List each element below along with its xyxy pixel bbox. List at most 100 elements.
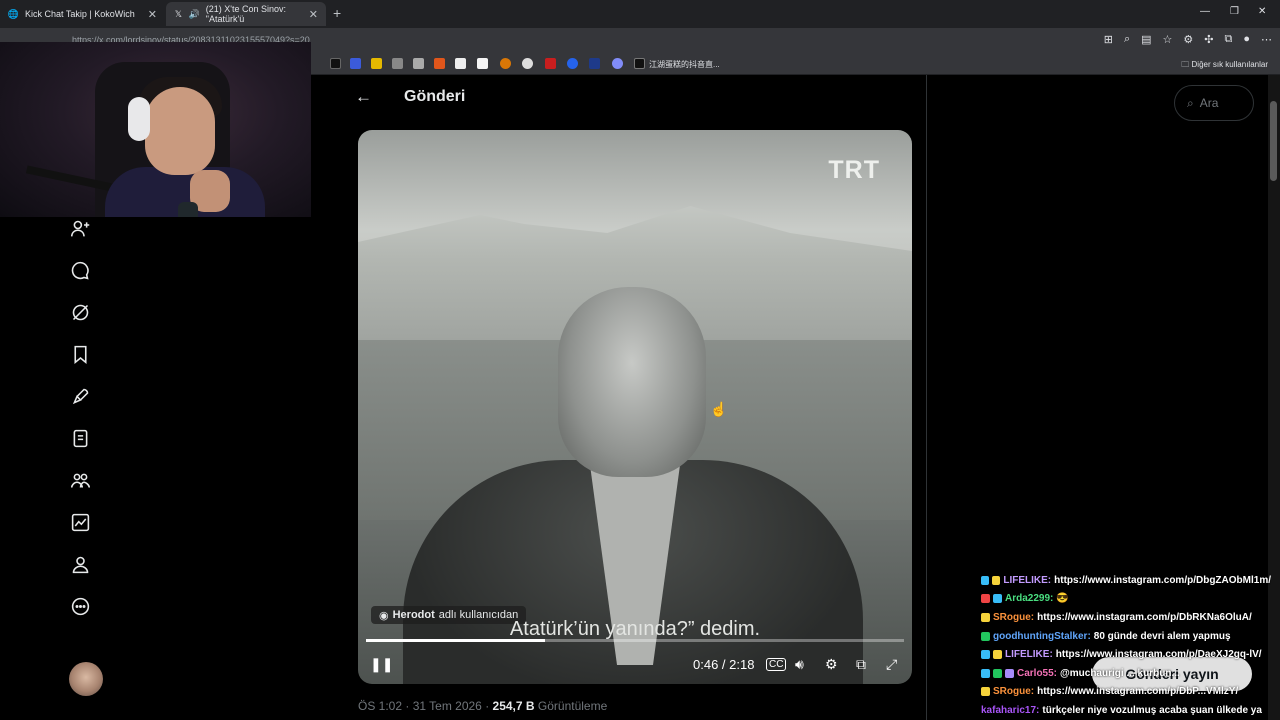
video-progress-bar[interactable] [366, 639, 904, 642]
bookmark-amazon-icon[interactable] [477, 58, 488, 69]
post-column: ← Gönderi TRT ◉ Herodot adlı kullanıcıda… [311, 75, 927, 720]
video-subtitle: Atatürk’ün yanında?” dedim. [509, 618, 761, 640]
profile-nav-icon[interactable] [68, 552, 92, 576]
account-avatar[interactable] [69, 662, 103, 696]
chat-badge-icon [981, 687, 990, 697]
chat-username: LIFELIKE: [1005, 649, 1053, 661]
tab-strip: 🌐 Kick Chat Takip | KokoWich ✕ 𝕏 🔊 (21) … [0, 0, 1280, 28]
profile-icon[interactable]: ● [1243, 33, 1250, 46]
chat-text: https://www.instagram.com/p/DbP...VMlzY/ [1037, 686, 1239, 698]
view-count: 254,7 B [492, 699, 535, 713]
settings-icon[interactable]: ⚙ [825, 656, 838, 673]
puzzle-icon[interactable]: ✣ [1204, 33, 1213, 46]
captions-icon[interactable]: CC [766, 658, 787, 671]
chat-text: https://www.instagram.com/p/DaeXJ2gq-lV/ [1055, 649, 1262, 661]
video-progress-fill [366, 639, 546, 642]
scrollbar-thumb[interactable] [1270, 101, 1277, 181]
tab-x-post[interactable]: 𝕏 🔊 (21) X'te Con Sinov: "Atatürk'ü ✕ [166, 2, 326, 26]
chat-username: SRogue: [993, 686, 1035, 698]
search-icon: ⌕ [1187, 95, 1194, 110]
video-player[interactable]: TRT ◉ Herodot adlı kullanıcıdan Atatürk’… [358, 130, 912, 684]
analytics-icon[interactable] [68, 510, 92, 534]
chat-text: https://www.instagram.com/p/DbgZAObMl1m/ [1054, 574, 1271, 586]
bookmark-icon[interactable] [545, 58, 556, 69]
new-tab-icon[interactable]: + [333, 5, 341, 21]
bookmark-icon[interactable] [589, 58, 600, 69]
bookmark-icon[interactable] [500, 58, 511, 69]
search-input[interactable]: ⌕ Ara [1174, 85, 1254, 121]
webcam-overlay [0, 42, 311, 217]
apps-icon[interactable]: ⊞ [1104, 33, 1113, 46]
favorite-star-icon[interactable]: ☆ [1163, 33, 1173, 46]
chat-message: kafaharic17: türkçeler niye vozulmuş acab… [981, 701, 1271, 720]
maximize-icon[interactable]: ❐ [1230, 6, 1239, 17]
bookmark-icon[interactable] [350, 58, 361, 69]
bookmark-reddit-icon[interactable] [434, 58, 445, 69]
bookmark-icon[interactable] [371, 58, 382, 69]
tab-close-icon[interactable]: ✕ [309, 8, 318, 21]
chat-message: SRogue: https://www.instagram.com/p/DbP..… [981, 683, 1271, 702]
volume-icon[interactable]: 🔊︎ [795, 656, 804, 673]
more-icon[interactable] [68, 594, 92, 618]
bookmark-icon[interactable] [522, 58, 533, 69]
other-bookmarks-label: Diğer sık kullanılanlar [1191, 60, 1268, 69]
rocket-icon[interactable] [68, 384, 92, 408]
chat-username: Carlo55: [1017, 667, 1058, 679]
zoom-icon[interactable]: ⌕ [1124, 33, 1130, 46]
tab-title: Kick Chat Takip | KokoWich [25, 9, 135, 19]
chat-message: Carlo55: @muchaurigi ... kurbun... [981, 664, 1271, 683]
bookmark-nav-icon[interactable] [68, 342, 92, 366]
chat-username: kafaharic17: [981, 704, 1040, 716]
tab-kick-chat[interactable]: 🌐 Kick Chat Takip | KokoWich ✕ [0, 2, 165, 26]
window-close-icon[interactable]: ✕ [1258, 6, 1266, 17]
other-bookmarks[interactable]: 🗀 Diğer sık kullanılanlar [1181, 59, 1268, 73]
bookmark-icon[interactable] [455, 58, 466, 69]
streamer-face [145, 87, 215, 175]
chat-message: goodhuntingStalker: 80 günde devri alem y… [981, 627, 1271, 646]
bookmark-icon[interactable] [612, 58, 623, 69]
chat-username: Arda2299: [1005, 593, 1054, 605]
back-arrow-icon[interactable]: ← [355, 87, 372, 107]
tab-title: (21) X'te Con Sinov: "Atatürk'ü [205, 4, 287, 24]
post-timestamp[interactable]: ÖS 1:02 · 31 Tem 2026 · [358, 699, 493, 713]
bookmark-icon[interactable] [567, 58, 578, 69]
lists-icon[interactable] [68, 426, 92, 450]
minimize-icon[interactable]: — [1200, 6, 1210, 17]
chat-message: SRogue: https://www.instagram.com/p/DbRKN… [981, 608, 1271, 627]
video-time: 0:46 / 2:18 [693, 657, 755, 672]
chat-icon[interactable] [68, 258, 92, 282]
chat-badge-icon [1005, 668, 1014, 678]
bookmark-icon[interactable] [413, 58, 424, 69]
x-logo-icon: 𝕏 [174, 8, 183, 19]
more-menu-icon[interactable]: ⋯ [1261, 33, 1272, 46]
page-title: Gönderi [404, 88, 466, 105]
chat-badge-icon [981, 650, 990, 660]
bookmark-icon[interactable] [392, 58, 403, 69]
search-placeholder: Ara [1199, 96, 1219, 110]
chat-badge-icon [981, 668, 990, 678]
tab-close-icon[interactable]: ✕ [148, 8, 157, 21]
view-label: Görüntüleme [534, 699, 608, 713]
chat-message: Arda2299: 😎 [981, 590, 1271, 609]
extension-icon[interactable]: ⚙ [1183, 33, 1193, 46]
speaker-icon[interactable]: 🔊 [189, 9, 200, 20]
pip-icon[interactable]: ⧉ [856, 656, 866, 673]
chat-badge-icon [993, 668, 1002, 678]
bookmark-label[interactable]: 江湖蛋糕的抖音直... [649, 59, 720, 70]
chat-badge-icon [981, 594, 990, 604]
grok-icon[interactable] [68, 300, 92, 324]
chat-username: LIFELIKE: [1003, 574, 1052, 586]
chat-username: SRogue: [993, 611, 1035, 623]
headphones [128, 97, 150, 141]
fullscreen-icon[interactable]: ⤢ [886, 656, 897, 673]
pause-icon[interactable]: ❚❚ [370, 656, 393, 673]
follow-icon[interactable] [68, 216, 92, 240]
chat-badge-icon [993, 650, 1002, 660]
stream-chat-overlay: LIFELIKE: https://www.instagram.com/p/Dbg… [981, 571, 1271, 720]
bookmark-x-icon[interactable] [330, 58, 341, 69]
reader-icon[interactable]: ▤ [1141, 33, 1151, 46]
bookmark-tiktok-icon[interactable] [634, 58, 645, 69]
communities-icon[interactable] [68, 468, 92, 492]
chat-badge-icon [993, 594, 1002, 604]
collections-icon[interactable]: ⧉ [1224, 33, 1232, 46]
